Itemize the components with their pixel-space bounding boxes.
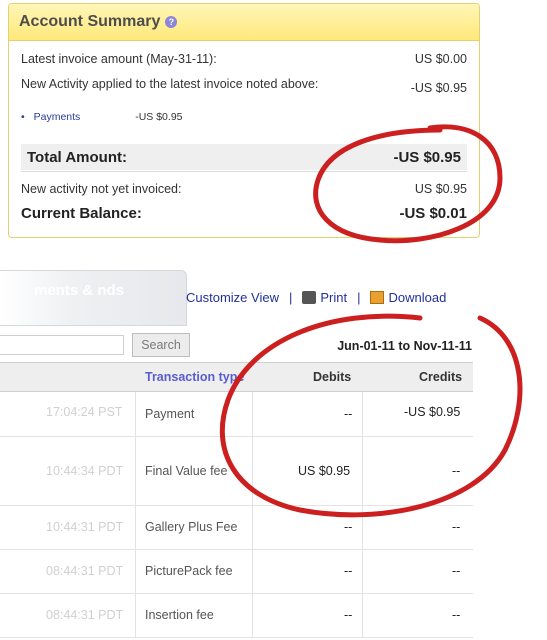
total-amount-row: Total Amount: -US $0.95 [21, 144, 467, 170]
latest-invoice-row: Latest invoice amount (May-31-11): US $0… [21, 52, 467, 66]
row-type: Insertion fee [145, 608, 214, 622]
debits-header: Debits [313, 370, 352, 384]
payments-row: • Payments -US $0.95 [21, 111, 183, 123]
row-time: 10:44:31 PDT [46, 520, 124, 534]
new-activity-label: New Activity applied to the latest invoi… [21, 77, 319, 91]
printer-icon[interactable] [302, 291, 317, 304]
view-actions: Customize View | Print | Download [186, 290, 446, 305]
transactions-table: Transaction type Debits Credits 17:04:24… [0, 362, 473, 638]
payments-link[interactable]: Payments [34, 111, 81, 123]
row-time: 08:44:31 PDT [46, 564, 124, 578]
row-credit: -US $0.95 [404, 405, 461, 419]
total-amount-label: Total Amount: [27, 148, 127, 166]
table-row: 10:44:31 PDT Gallery Plus Fee -- -- [0, 506, 473, 550]
table-row: 08:44:31 PDT PicturePack fee -- -- [0, 550, 473, 594]
help-icon[interactable]: ? [165, 16, 178, 28]
new-activity-row: New Activity applied to the latest invoi… [21, 77, 467, 95]
row-debit: -- [344, 608, 353, 622]
separator: | [357, 290, 361, 305]
total-amount-value: -US $0.95 [393, 148, 461, 166]
download-link[interactable]: Download [388, 290, 446, 305]
row-time: 10:44:34 PDT [46, 464, 124, 478]
not-invoiced-value: US $0.95 [414, 182, 467, 196]
bullet-icon: • [21, 111, 25, 123]
not-invoiced-label: New activity not yet invoiced: [21, 182, 182, 196]
print-link[interactable]: Print [320, 290, 347, 305]
current-balance-label: Current Balance: [21, 205, 142, 222]
account-summary-panel: Account Summary ? Latest invoice amount … [8, 3, 480, 238]
search-input[interactable] [0, 335, 124, 355]
row-debit: -- [344, 564, 353, 578]
table-row: 08:44:31 PDT Insertion fee -- -- [0, 594, 473, 638]
not-invoiced-row: New activity not yet invoiced: US $0.95 [21, 182, 467, 196]
separator: | [288, 290, 293, 305]
row-type: Payment [145, 407, 195, 421]
tab-label: ments & nds [34, 282, 125, 299]
row-credit: -- [452, 520, 461, 534]
date-range: Jun-01-11 to Nov-11-11 [337, 339, 472, 353]
payments-refunds-tab[interactable]: ments & nds [0, 270, 187, 326]
row-debit: US $0.95 [298, 464, 351, 478]
divider [21, 171, 467, 172]
current-balance-row: Current Balance: -US $0.01 [21, 205, 467, 222]
table-row: 17:04:24 PST Payment -- -US $0.95 [0, 392, 473, 437]
search-button[interactable]: Search [132, 333, 190, 357]
latest-invoice-label: Latest invoice amount (May-31-11): [21, 52, 217, 66]
table-row: 10:44:34 PDT Final Value fee US $0.95 -- [0, 437, 473, 506]
transaction-type-header[interactable]: Transaction type [145, 370, 244, 384]
row-type: Gallery Plus Fee [145, 520, 238, 534]
payments-value: -US $0.95 [135, 111, 183, 123]
new-activity-value: -US $0.95 [410, 81, 467, 95]
row-time: 17:04:24 PST [46, 405, 123, 419]
summary-title: Account Summary [19, 13, 161, 30]
customize-view-link[interactable]: Customize View [186, 290, 279, 305]
download-icon[interactable] [370, 291, 385, 304]
table-header: Transaction type Debits Credits [0, 363, 473, 392]
row-type: PicturePack fee [145, 564, 233, 578]
row-credit: -- [452, 464, 461, 478]
row-credit: -- [452, 608, 461, 622]
latest-invoice-value: US $0.00 [414, 52, 467, 66]
row-debit: -- [344, 520, 353, 534]
row-debit: -- [344, 407, 353, 421]
current-balance-value: -US $0.01 [399, 205, 467, 222]
row-time: 08:44:31 PDT [46, 608, 124, 622]
credits-header: Credits [419, 370, 463, 384]
row-credit: -- [452, 564, 461, 578]
row-type: Final Value fee [145, 464, 228, 478]
summary-header: Account Summary ? [9, 4, 479, 41]
